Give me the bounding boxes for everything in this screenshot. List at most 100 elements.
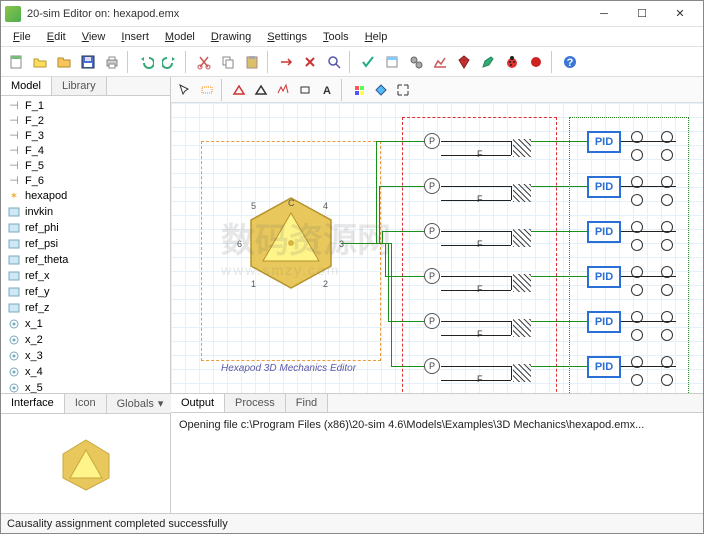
wire	[441, 335, 511, 336]
maximize-button[interactable]: ☐	[623, 1, 661, 27]
menu-help[interactable]: Help	[357, 29, 396, 45]
menu-insert[interactable]: Insert	[113, 29, 157, 45]
3d-diamond-icon[interactable]	[453, 51, 475, 73]
minimize-button[interactable]: ─	[585, 1, 623, 27]
sum-node	[631, 194, 643, 206]
tree-item-x_4[interactable]: x_4	[5, 364, 166, 380]
open-icon[interactable]	[29, 51, 51, 73]
tree-item-invkin[interactable]: invkin	[5, 204, 166, 220]
tree-item-F_6[interactable]: ⊣F_6	[5, 173, 166, 188]
delete-cross-icon[interactable]	[299, 51, 321, 73]
circle-icon	[7, 317, 21, 331]
menu-model[interactable]: Model	[157, 29, 203, 45]
zoom-icon[interactable]	[197, 80, 217, 100]
signal-wire	[376, 141, 377, 243]
pointer-icon[interactable]	[175, 80, 195, 100]
tree-item-ref_phi[interactable]: ref_phi	[5, 220, 166, 236]
signal-icon: ⊣	[7, 129, 21, 142]
zigzag-icon[interactable]	[273, 80, 293, 100]
properties-icon[interactable]	[381, 51, 403, 73]
tab-find[interactable]: Find	[286, 394, 328, 412]
text-tool-icon[interactable]: A	[317, 80, 337, 100]
pid-block[interactable]: PID	[587, 221, 621, 243]
palette-icon[interactable]	[349, 80, 369, 100]
tree-item-label: F_1	[25, 100, 44, 112]
close-button[interactable]: ✕	[661, 1, 699, 27]
tree-item-F_1[interactable]: ⊣F_1	[5, 98, 166, 113]
paste-icon[interactable]	[241, 51, 263, 73]
tree-item-label: ref_phi	[25, 222, 59, 234]
tab-library[interactable]: Library	[52, 77, 107, 95]
save-icon[interactable]	[77, 51, 99, 73]
pid-block[interactable]: PID	[587, 356, 621, 378]
tree-item-F_3[interactable]: ⊣F_3	[5, 128, 166, 143]
tab-output[interactable]: Output	[171, 394, 225, 412]
pid-block[interactable]: PID	[587, 266, 621, 288]
plot-icon[interactable]	[429, 51, 451, 73]
tab-icon[interactable]: Icon	[65, 394, 107, 413]
pid-block[interactable]: PID	[587, 176, 621, 198]
fill-icon[interactable]	[371, 80, 391, 100]
f-label: F	[477, 329, 483, 339]
pid-block[interactable]: PID	[587, 311, 621, 333]
tree-item-hexapod[interactable]: ✶hexapod	[5, 188, 166, 204]
caret-up-red-icon[interactable]	[229, 80, 249, 100]
toolbar-separator	[221, 79, 225, 101]
p-node: P	[424, 178, 440, 194]
print-icon[interactable]	[101, 51, 123, 73]
tree-item-F_4[interactable]: ⊣F_4	[5, 143, 166, 158]
tree-item-label: F_2	[25, 115, 44, 127]
tree-item-ref_psi[interactable]: ref_psi	[5, 236, 166, 252]
menu-tools[interactable]: Tools	[315, 29, 357, 45]
tree-item-ref_y[interactable]: ref_y	[5, 284, 166, 300]
redo-icon[interactable]	[159, 51, 181, 73]
tree-item-x_3[interactable]: x_3	[5, 348, 166, 364]
pid-block[interactable]: PID	[587, 131, 621, 153]
help-icon[interactable]: ?	[559, 51, 581, 73]
tree-item-label: ref_psi	[25, 238, 58, 250]
diagram-canvas[interactable]: Hexapod 3D Mechanics Editor C 5 4 6 3 1 …	[171, 103, 703, 393]
tab-interface[interactable]: Interface	[1, 394, 65, 413]
canvas-area: A Hexapod 3D Mechanics Editor C 5 4 6	[171, 77, 703, 393]
tab-model[interactable]: Model	[1, 77, 52, 95]
tree-item-x_5[interactable]: x_5	[5, 380, 166, 393]
find-icon[interactable]	[323, 51, 345, 73]
copy-icon[interactable]	[217, 51, 239, 73]
tab-globals[interactable]: Globals▾	[107, 394, 175, 413]
record-icon[interactable]	[525, 51, 547, 73]
tree-item-ref_theta[interactable]: ref_theta	[5, 252, 166, 268]
signal-wire	[379, 186, 424, 187]
toolbar-separator	[551, 51, 555, 73]
check-icon[interactable]	[357, 51, 379, 73]
signal-wire	[385, 243, 386, 276]
undo-icon[interactable]	[135, 51, 157, 73]
wire	[621, 321, 676, 322]
tree-item-F_2[interactable]: ⊣F_2	[5, 113, 166, 128]
menu-edit[interactable]: Edit	[39, 29, 74, 45]
expand-icon[interactable]	[393, 80, 413, 100]
tree-item-F_5[interactable]: ⊣F_5	[5, 158, 166, 173]
rect-tool-icon[interactable]	[295, 80, 315, 100]
caret-up-icon[interactable]	[251, 80, 271, 100]
new-icon[interactable]	[5, 51, 27, 73]
pencil-icon[interactable]	[477, 51, 499, 73]
menu-file[interactable]: File	[5, 29, 39, 45]
sum-node	[661, 149, 673, 161]
ladybug-icon[interactable]	[501, 51, 523, 73]
tree-item-x_2[interactable]: x_2	[5, 332, 166, 348]
tab-process[interactable]: Process	[225, 394, 286, 412]
signal-wire	[379, 186, 380, 243]
menu-settings[interactable]: Settings	[259, 29, 315, 45]
p-node: P	[424, 358, 440, 374]
cut-icon[interactable]	[193, 51, 215, 73]
settings-icon[interactable]	[405, 51, 427, 73]
menu-drawing[interactable]: Drawing	[203, 29, 259, 45]
tree-item-ref_z[interactable]: ref_z	[5, 300, 166, 316]
model-tree[interactable]: ⊣F_1⊣F_2⊣F_3⊣F_4⊣F_5⊣F_6✶hexapodinvkinre…	[1, 96, 170, 393]
menu-view[interactable]: View	[74, 29, 114, 45]
tree-item-ref_x[interactable]: ref_x	[5, 268, 166, 284]
folder-icon[interactable]	[53, 51, 75, 73]
tree-item-x_1[interactable]: x_1	[5, 316, 166, 332]
delete-signal-icon[interactable]	[275, 51, 297, 73]
circle-icon	[7, 381, 21, 393]
